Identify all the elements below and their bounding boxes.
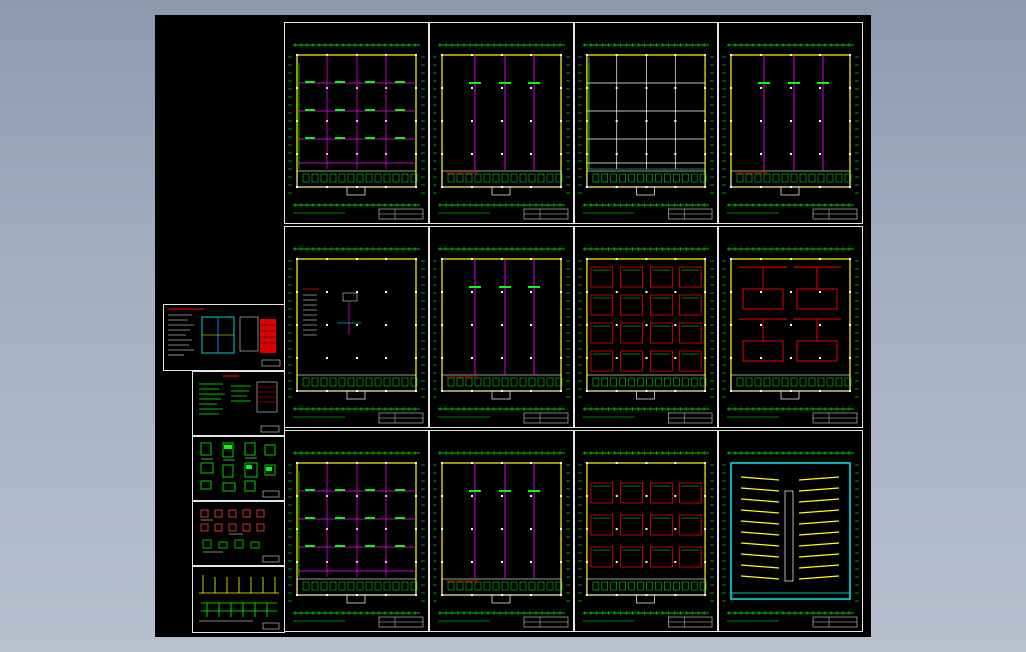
drawing-sheet-12[interactable]	[718, 430, 863, 632]
detail-sheet-b-drawing	[200, 509, 280, 563]
legend-sheet[interactable]	[163, 304, 285, 371]
floor-plan-drawing	[722, 43, 859, 220]
drawing-sheet-3[interactable]	[574, 22, 718, 224]
notes-sheet[interactable]	[192, 371, 285, 436]
floor-plan-drawing	[722, 451, 859, 628]
drawing-sheet-10[interactable]	[429, 430, 574, 632]
floor-plan-drawing	[288, 247, 425, 424]
floor-plan-drawing	[577, 451, 715, 628]
system-diagram-drawing	[199, 575, 280, 630]
detail-sheet-a[interactable]	[192, 436, 285, 501]
system-diagram-sheet[interactable]	[192, 566, 285, 633]
legend-sheet-drawing	[168, 308, 281, 367]
cad-drawing-canvas[interactable]	[155, 15, 871, 637]
floor-plan-drawing	[288, 43, 425, 220]
notes-sheet-drawing	[199, 375, 280, 433]
detail-sheet-b[interactable]	[192, 501, 285, 566]
drawing-sheet-6[interactable]	[429, 226, 574, 428]
drawing-sheet-2[interactable]	[429, 22, 574, 224]
floor-plan-drawing	[288, 451, 425, 628]
floor-plan-drawing	[433, 43, 570, 220]
floor-plan-drawing	[722, 247, 859, 424]
drawing-sheet-8[interactable]	[718, 226, 863, 428]
drawing-sheet-1[interactable]	[284, 22, 429, 224]
drawing-sheet-5[interactable]	[284, 226, 429, 428]
drawing-sheet-11[interactable]	[574, 430, 718, 632]
floor-plan-drawing	[433, 247, 570, 424]
floor-plan-drawing	[577, 43, 715, 220]
drawing-sheet-9[interactable]	[284, 430, 429, 632]
floor-plan-drawing	[433, 451, 570, 628]
detail-sheet-a-drawing	[200, 442, 280, 498]
drawing-sheet-7[interactable]	[574, 226, 718, 428]
floor-plan-drawing	[577, 247, 715, 424]
drawing-sheet-4[interactable]	[718, 22, 863, 224]
